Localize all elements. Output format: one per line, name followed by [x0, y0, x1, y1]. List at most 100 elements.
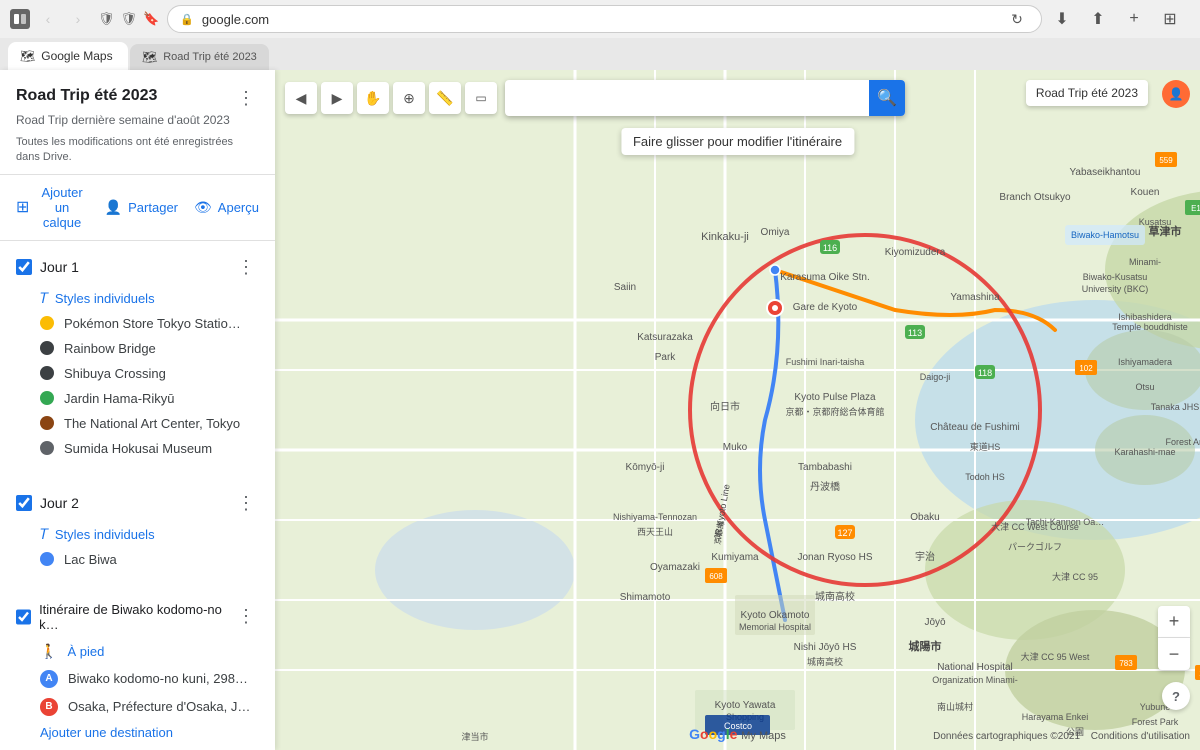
list-item[interactable]: The National Art Center, Tokyo	[0, 411, 275, 436]
download-button[interactable]: ⬇	[1050, 7, 1074, 31]
share-button[interactable]: ⬆	[1086, 7, 1110, 31]
shapes-button[interactable]: ▭	[465, 82, 497, 114]
list-item[interactable]: Sumida Hokusai Museum	[0, 436, 275, 461]
pokemon-store-label: Pokémon Store Tokyo Statio…	[64, 316, 241, 331]
svg-text:Muko: Muko	[723, 442, 748, 453]
roadtrip-tab-button[interactable]: Road Trip été 2023	[1026, 80, 1148, 106]
sidebar-subtitle: Road Trip dernière semaine d'août 2023	[16, 113, 259, 127]
lac-biwa-label: Lac Biwa	[64, 552, 117, 567]
zoom-out-button[interactable]: −	[1158, 638, 1190, 670]
svg-text:118: 118	[978, 368, 992, 378]
svg-text:559: 559	[1159, 156, 1173, 165]
svg-text:Jōyō: Jōyō	[924, 617, 946, 628]
tabs-bar: 🗺 Google Maps 🗺 Road Trip été 2023	[0, 38, 1200, 70]
bookmark-icon: 🔖	[143, 11, 159, 27]
jour1-name: Jour 1	[40, 259, 79, 275]
jour1-styles-link[interactable]: 𝑇 Styles individuels	[0, 286, 275, 311]
back-button[interactable]: ‹	[36, 7, 60, 31]
add-layer-button[interactable]: ⊞ Ajouter un calque	[16, 185, 89, 230]
svg-text:Tachi-Kannon Oa…: Tachi-Kannon Oa…	[1026, 517, 1105, 527]
tab-label-maps: Google Maps	[41, 49, 112, 63]
pan-right-button[interactable]: ▶	[321, 82, 353, 114]
svg-text:National Hospital: National Hospital	[937, 662, 1013, 673]
itineraire-title-row: Itinéraire de Biwako kodomo-no k…	[16, 602, 233, 632]
map-attribution: Données cartographiques ©2021 Conditions…	[933, 731, 1190, 742]
svg-text:Oyamazaki: Oyamazaki	[650, 562, 700, 573]
tab-road-trip[interactable]: 🗺 Road Trip été 2023	[130, 44, 269, 70]
pokemon-store-icon	[40, 316, 54, 330]
list-item[interactable]: B Osaka, Préfecture d'Osaka, J…	[0, 693, 275, 721]
jardin-icon	[40, 391, 54, 405]
svg-text:草津市: 草津市	[1149, 224, 1182, 238]
list-item[interactable]: Rainbow Bridge	[0, 336, 275, 361]
hand-tool-button[interactable]: ✋	[357, 82, 389, 114]
map-search-input[interactable]	[513, 90, 869, 106]
map-area[interactable]: Kinkaku-ji Saiin Karasuma Oike Stn. Omiy…	[275, 70, 1200, 750]
itineraire-header: Itinéraire de Biwako kodomo-no k… ⋮	[0, 596, 275, 638]
svg-text:大津 CC 95: 大津 CC 95	[1052, 571, 1098, 582]
sidebar-actions: ⊞ Ajouter un calque 👤 Partager 👁 Aperçu	[0, 175, 275, 241]
address-bar-container: 🛡 🛡 🔖 🔒 google.com ↻	[98, 5, 1042, 33]
svg-text:116: 116	[823, 243, 837, 253]
svg-text:宇治: 宇治	[915, 550, 935, 563]
lac-biwa-icon	[40, 552, 54, 566]
zoom-tool-button[interactable]: ⊕	[393, 82, 425, 114]
svg-text:城南高校: 城南高校	[807, 656, 843, 667]
help-button[interactable]: ?	[1162, 682, 1190, 710]
sidebar-toggle[interactable]	[10, 9, 30, 29]
svg-text:Fushimi Inari-taisha: Fushimi Inari-taisha	[786, 357, 865, 367]
reload-button[interactable]: ↻	[1005, 7, 1029, 31]
svg-text:608: 608	[709, 572, 723, 581]
svg-text:南山城村: 南山城村	[937, 701, 973, 712]
add-destination-button[interactable]: Ajouter une destination	[0, 721, 275, 744]
svg-text:Jonan Ryoso HS: Jonan Ryoso HS	[797, 552, 872, 563]
list-item[interactable]: A Biwako kodomo-no kuni, 298…	[0, 665, 275, 693]
address-bar[interactable]: 🔒 google.com ↻	[167, 5, 1042, 33]
svg-text:Gare de Kyoto: Gare de Kyoto	[793, 302, 858, 313]
sidebar-more-button[interactable]: ⋮	[233, 86, 259, 111]
list-item[interactable]: Jardin Hama-Rikyū	[0, 386, 275, 411]
terms-link[interactable]: Conditions d'utilisation	[1091, 731, 1190, 742]
map-search-button[interactable]: 🔍	[869, 80, 905, 116]
grid-button[interactable]: ⊞	[1158, 7, 1182, 31]
transport-item[interactable]: 🚶 À pied	[0, 638, 275, 665]
destination-b-icon: B	[40, 698, 58, 716]
pan-left-button[interactable]: ◀	[285, 82, 317, 114]
sidebar-title-row: Road Trip été 2023 ⋮	[16, 86, 259, 111]
svg-text:Tanaka JHS: Tanaka JHS	[1151, 402, 1200, 412]
svg-text:113: 113	[908, 328, 922, 338]
jour2-more-button[interactable]: ⋮	[233, 491, 259, 516]
svg-text:Kōmyō-ji: Kōmyō-ji	[626, 462, 665, 473]
tab-google-maps[interactable]: 🗺 Google Maps	[8, 42, 128, 70]
preview-button[interactable]: 👁 Aperçu	[194, 185, 259, 230]
main-content: Road Trip été 2023 ⋮ Road Trip dernière …	[0, 70, 1200, 750]
list-item[interactable]: Pokémon Store Tokyo Statio…	[0, 311, 275, 336]
add-layer-label: Ajouter un calque	[35, 185, 88, 230]
jour1-more-button[interactable]: ⋮	[233, 255, 259, 280]
new-tab-button[interactable]: +	[1122, 7, 1146, 31]
list-item[interactable]: Shibuya Crossing	[0, 361, 275, 386]
svg-text:Obaku: Obaku	[910, 512, 939, 523]
user-avatar[interactable]: 👤	[1162, 80, 1190, 108]
transport-label: À pied	[67, 644, 104, 659]
svg-text:城南高校: 城南高校	[815, 590, 855, 603]
map-search-bar[interactable]: 🔍	[505, 80, 905, 116]
tab-favicon-maps: 🗺	[20, 49, 35, 63]
svg-text:Tambabashi: Tambabashi	[798, 462, 852, 473]
jour1-checkbox[interactable]	[16, 259, 32, 275]
shibuya-crossing-icon	[40, 366, 54, 380]
zoom-in-button[interactable]: +	[1158, 606, 1190, 638]
svg-text:Yabaseikhantou: Yabaseikhantou	[1070, 167, 1141, 178]
itineraire-more-button[interactable]: ⋮	[233, 604, 259, 629]
jour2-checkbox[interactable]	[16, 495, 32, 511]
preview-label: Aperçu	[218, 200, 259, 215]
list-item[interactable]: Lac Biwa	[0, 547, 275, 572]
share-map-button[interactable]: 👤 Partager	[105, 185, 178, 230]
jour2-styles-link[interactable]: 𝑇 Styles individuels	[0, 522, 275, 547]
add-layer-icon: ⊞	[16, 197, 29, 217]
svg-text:Memorial Hospital: Memorial Hospital	[739, 622, 811, 632]
ruler-button[interactable]: 📏	[429, 82, 461, 114]
forward-button[interactable]: ›	[66, 7, 90, 31]
itineraire-checkbox[interactable]	[16, 609, 31, 625]
browser-top-bar: ‹ › 🛡 🛡 🔖 🔒 google.com ↻ ⬇ ⬆ + ⊞	[0, 0, 1200, 38]
